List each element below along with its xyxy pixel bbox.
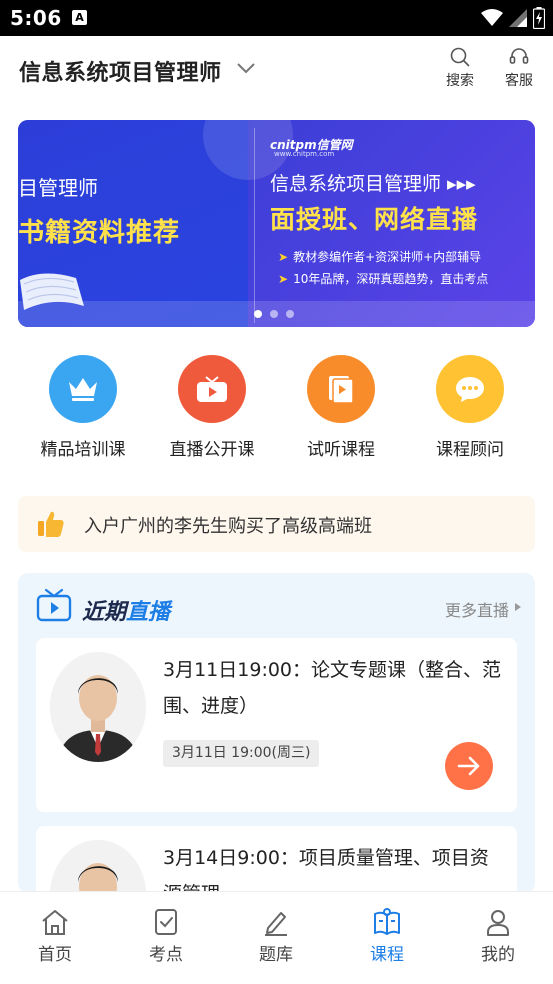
quick-entry-icon-bg (307, 355, 375, 423)
enter-live-button[interactable] (445, 742, 493, 790)
banner-subtitle-right: 信息系统项目管理师 ▸▸▸ (270, 173, 476, 195)
status-time: 5:06 (10, 6, 62, 30)
chevron-down-icon[interactable] (236, 60, 256, 76)
live-card-title: 3月11日19:00：论文专题课（整合、范围、进度） (163, 659, 502, 717)
tab-label: 我的 (481, 945, 515, 965)
quick-entry-icon-bg (178, 355, 246, 423)
live-card-time: 3月11日 19:00(周三) (163, 740, 320, 767)
tab-home[interactable]: 首页 (0, 908, 110, 965)
chat-bubble-icon (456, 377, 484, 402)
banner-subtitle-left: 目管理师 (18, 176, 98, 200)
checklist-icon (155, 909, 177, 935)
pen-icon (265, 912, 287, 936)
search-label: 搜索 (446, 73, 474, 89)
banner-bullet: ➤ 10年品牌，深研真题趋势，直击考点 (278, 272, 489, 286)
more-live-link[interactable]: 更多直播 (445, 597, 509, 621)
live-tv-icon (36, 588, 72, 622)
crown-icon (69, 378, 97, 401)
banner-dot[interactable] (270, 310, 278, 318)
exam-selector-title[interactable]: 信息系统项目管理师 (19, 55, 222, 87)
banner-headline-right: 面授班、网络直播 (270, 205, 479, 234)
tab-question-bank[interactable]: 题库 (221, 908, 331, 965)
banner-dot[interactable] (254, 310, 262, 318)
service-label: 客服 (505, 73, 533, 89)
battery-icon (533, 7, 545, 29)
quick-entry-course-advisor[interactable]: 课程顾问 (405, 355, 535, 460)
tab-profile[interactable]: 我的 (443, 908, 553, 965)
book-icon (329, 376, 354, 404)
live-section-title: 近期直播 (82, 594, 170, 626)
live-card[interactable]: 3月11日19:00：论文专题课（整合、范围、进度） 3月11日 19:00(周… (36, 638, 517, 812)
status-icons (481, 7, 545, 29)
tv-play-icon (197, 376, 227, 402)
live-title-part-2: 直播 (126, 600, 171, 625)
status-bar: 5:06 A (0, 0, 553, 36)
tab-label: 课程 (370, 945, 404, 965)
banner-headline-left: 书籍资料推荐 (18, 218, 181, 248)
quick-entry-grid: 精品培训课 直播公开课 试听课程 课程顾问 (0, 355, 553, 465)
arrow-right-icon (457, 756, 480, 776)
headset-icon (509, 48, 529, 64)
app-header: 信息系统项目管理师 搜索 客服 (0, 36, 553, 106)
quick-entry-label: 课程顾问 (436, 440, 504, 460)
system-nav-area (0, 976, 553, 984)
quick-entry-icon-bg (49, 355, 117, 423)
signal-icon (509, 9, 527, 27)
promo-banner[interactable]: 目管理师 书籍资料推荐 cnitpm信管网 www.cnitpm.com 信息系… (18, 120, 535, 327)
bottom-tab-bar: 首页 考点 题库 课程 我的 (0, 892, 553, 976)
customer-service-button[interactable]: 客服 (494, 46, 544, 90)
tab-label: 考点 (149, 945, 183, 965)
notification-icon: A (72, 10, 87, 25)
chevron-right-icon[interactable] (515, 603, 521, 611)
quick-entry-icon-bg (436, 355, 504, 423)
banner-pager (254, 310, 294, 318)
purchase-notice[interactable]: 入户广州的李先生购买了高级高端班 (18, 496, 535, 552)
home-icon (42, 910, 68, 935)
thumbs-up-icon (38, 511, 64, 537)
notice-text: 入户广州的李先生购买了高级高端班 (84, 516, 372, 537)
course-book-icon (374, 908, 400, 935)
tab-label: 题库 (259, 945, 293, 965)
tab-key-points[interactable]: 考点 (111, 908, 221, 965)
banner-bullet: ➤ 教材参编作者+资深讲师+内部辅导 (278, 250, 482, 264)
quick-entry-label: 试听课程 (307, 440, 375, 460)
live-card-title: 3月14日9:00：项目质量管理、项目资源管理 (163, 847, 489, 893)
teacher-avatar (50, 652, 146, 762)
teacher-avatar (50, 840, 146, 893)
banner-bullet-text: 10年品牌，深研真题趋势，直击考点 (293, 272, 489, 286)
tab-courses[interactable]: 课程 (332, 908, 442, 965)
quick-entry-trial-course[interactable]: 试听课程 (276, 355, 406, 460)
user-icon (487, 910, 509, 936)
search-button[interactable]: 搜索 (435, 46, 485, 90)
quick-entry-live-open-class[interactable]: 直播公开课 (147, 355, 277, 460)
recent-live-section: 近期直播 更多直播 3月11日19:00：论文专题课（整合、范围、进度） 3月1… (18, 573, 535, 893)
banner-url: www.cnitpm.com (274, 150, 335, 158)
live-card[interactable]: 3月14日9:00：项目质量管理、项目资源管理 (36, 826, 517, 893)
wifi-icon (481, 9, 503, 26)
quick-entry-label: 精品培训课 (40, 440, 126, 460)
banner-bullet-text: 教材参编作者+资深讲师+内部辅导 (293, 250, 482, 264)
search-icon (450, 47, 470, 67)
quick-entry-premium-course[interactable]: 精品培训课 (18, 355, 148, 460)
tab-label: 首页 (38, 945, 72, 965)
banner-dot[interactable] (286, 310, 294, 318)
quick-entry-label: 直播公开课 (169, 440, 255, 460)
live-title-part-1: 近期 (82, 600, 127, 625)
